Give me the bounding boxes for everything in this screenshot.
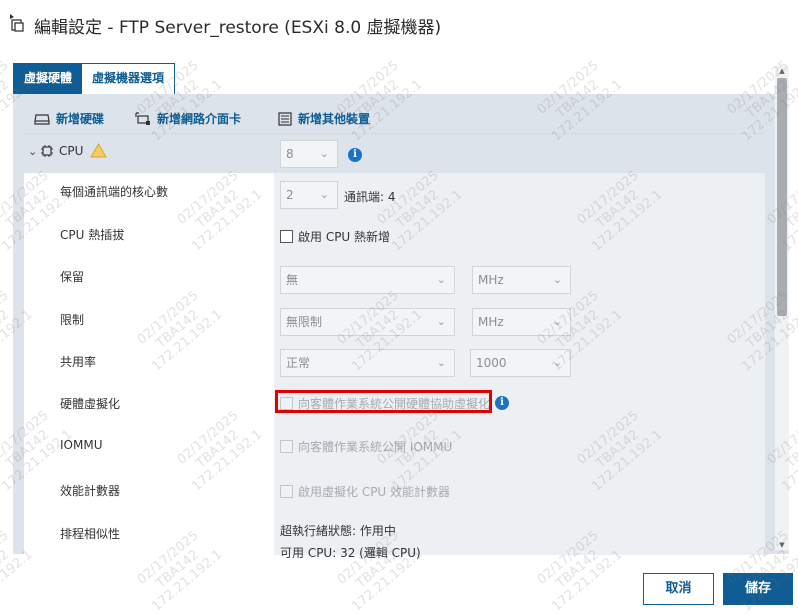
cpu-chip-icon [41, 145, 53, 157]
add-nic-label: 新增網路介面卡 [157, 112, 242, 126]
limit-row: 限制 無限制 ⌄ MHz ⌄ [24, 301, 765, 344]
sockets-text: 通訊端: 4 [344, 190, 396, 204]
performance-counters-checkbox[interactable]: 啟用虛擬化 CPU 效能計數器 [280, 483, 450, 500]
shares-number: 1000 [476, 356, 507, 370]
cpu-label: CPU [59, 144, 84, 158]
scroll-up-arrow-icon[interactable]: ▲ [777, 67, 787, 75]
device-icon [278, 111, 292, 126]
reservation-unit: MHz [478, 273, 504, 287]
cpu-count-select[interactable]: 8 ⌄ [280, 140, 338, 168]
cpu-hot-add-text: 啟用 CPU 熱新增 [298, 230, 391, 244]
scrollbar-thumb[interactable] [777, 78, 787, 316]
cpu-row: ⌄ CPU 8 ⌄ i [24, 134, 765, 174]
add-other-device-button[interactable]: 新增其他裝置 [278, 110, 370, 127]
iommu-text: 向客體作業系統公開 IOMMU [298, 440, 453, 454]
available-cpus: 可用 CPU: 32 (邏輯 CPU) [280, 546, 421, 560]
chevron-down-icon: ⌄ [552, 356, 562, 369]
highlight-box [275, 390, 492, 413]
shares-number-select[interactable]: 1000 ⌄ [470, 349, 571, 377]
warning-icon [90, 143, 107, 158]
cancel-button[interactable]: 取消 [643, 573, 714, 605]
reservation-value: 無 [286, 273, 299, 287]
add-disk-button[interactable]: 新增硬碟 [34, 110, 104, 127]
limit-value: 無限制 [286, 315, 323, 329]
dialog-title-bar: 編輯設定 - FTP Server_restore (ESXi 8.0 虛擬機器… [0, 0, 798, 46]
dialog-title: 編輯設定 - FTP Server_restore (ESXi 8.0 虛擬機器… [34, 18, 442, 38]
checkbox-box[interactable] [280, 230, 293, 243]
iommu-row: IOMMU 向客體作業系統公開 IOMMU [24, 428, 765, 473]
tab-vm-options[interactable]: 虛擬機器選項 [82, 64, 175, 94]
scheduling-affinity-row: 排程相似性 超執行緒狀態: 作用中 可用 CPU: 32 (邏輯 CPU) [24, 515, 765, 560]
chevron-down-icon: ⌄ [436, 273, 446, 286]
add-disk-label: 新增硬碟 [56, 112, 105, 126]
network-card-icon [135, 111, 150, 125]
tab-virtual-hardware[interactable]: 虛擬硬體 [14, 64, 83, 94]
performance-counters-text: 啟用虛擬化 CPU 效能計數器 [298, 485, 451, 499]
reservation-row: 保留 無 ⌄ MHz ⌄ [24, 258, 765, 302]
shares-value: 正常 [286, 356, 311, 370]
hardware-virtualization-label: 硬體虛擬化 [60, 397, 121, 411]
cpu-count-value: 8 [286, 147, 294, 161]
vm-edit-icon [10, 14, 24, 32]
cpu-settings-grid: ⌄ CPU 8 ⌄ i 每個通訊端的核心數 2 ⌄ 通訊端: 4 CPU 熱插拔… [24, 133, 765, 560]
reservation-unit-select[interactable]: MHz ⌄ [472, 266, 571, 294]
limit-unit: MHz [478, 315, 504, 329]
add-nic-button[interactable]: 新增網路介面卡 [135, 110, 241, 127]
chevron-down-icon: ⌄ [436, 315, 446, 328]
limit-label: 限制 [60, 313, 85, 327]
cores-per-socket-select[interactable]: 2 ⌄ [280, 181, 338, 209]
shares-select[interactable]: 正常 ⌄ [280, 349, 455, 377]
chevron-down-icon: ⌄ [319, 147, 329, 160]
shares-label: 共用率 [60, 355, 97, 369]
reservation-select[interactable]: 無 ⌄ [280, 266, 455, 294]
chevron-down-icon: ⌄ [436, 356, 446, 369]
tab-bar: 虛擬硬體 虛擬機器選項 [13, 63, 176, 95]
hyperthreading-status: 超執行緒狀態: 作用中 [280, 524, 396, 538]
chevron-down-icon[interactable]: ⌄ [28, 145, 37, 158]
cpu-hot-add-checkbox[interactable]: 啟用 CPU 熱新增 [280, 228, 390, 245]
disk-icon [34, 113, 50, 125]
performance-counters-label: 效能計數器 [60, 484, 121, 498]
checkbox-box[interactable] [280, 485, 293, 498]
iommu-checkbox[interactable]: 向客體作業系統公開 IOMMU [280, 438, 452, 455]
cores-per-socket-row: 每個通訊端的核心數 2 ⌄ 通訊端: 4 [24, 173, 765, 217]
scroll-down-arrow-icon[interactable]: ▼ [777, 541, 787, 549]
cores-value: 2 [286, 188, 294, 202]
checkbox-box[interactable] [280, 440, 293, 453]
cpu-hotplug-row: CPU 熱插拔 啟用 CPU 熱新增 [24, 216, 765, 259]
reservation-label: 保留 [60, 270, 85, 284]
add-other-label: 新增其他裝置 [298, 112, 371, 126]
limit-unit-select[interactable]: MHz ⌄ [472, 308, 571, 336]
chevron-down-icon: ⌄ [319, 188, 329, 201]
info-icon[interactable]: i [348, 148, 362, 162]
save-button[interactable]: 儲存 [723, 573, 793, 605]
add-device-toolbar: 新增硬碟 新增網路介面卡 新增其他裝置 [20, 110, 620, 128]
cores-per-socket-label: 每個通訊端的核心數 [60, 185, 169, 199]
info-icon[interactable]: i [495, 396, 509, 410]
cpu-hotplug-label: CPU 熱插拔 [60, 228, 125, 242]
performance-counters-row: 效能計數器 啟用虛擬化 CPU 效能計數器 [24, 472, 765, 516]
iommu-label: IOMMU [60, 438, 103, 452]
chevron-down-icon: ⌄ [552, 273, 562, 286]
limit-select[interactable]: 無限制 ⌄ [280, 308, 455, 336]
scheduling-affinity-label: 排程相似性 [60, 527, 121, 541]
chevron-down-icon: ⌄ [552, 315, 562, 328]
shares-row: 共用率 正常 ⌄ 1000 ⌄ [24, 343, 765, 386]
